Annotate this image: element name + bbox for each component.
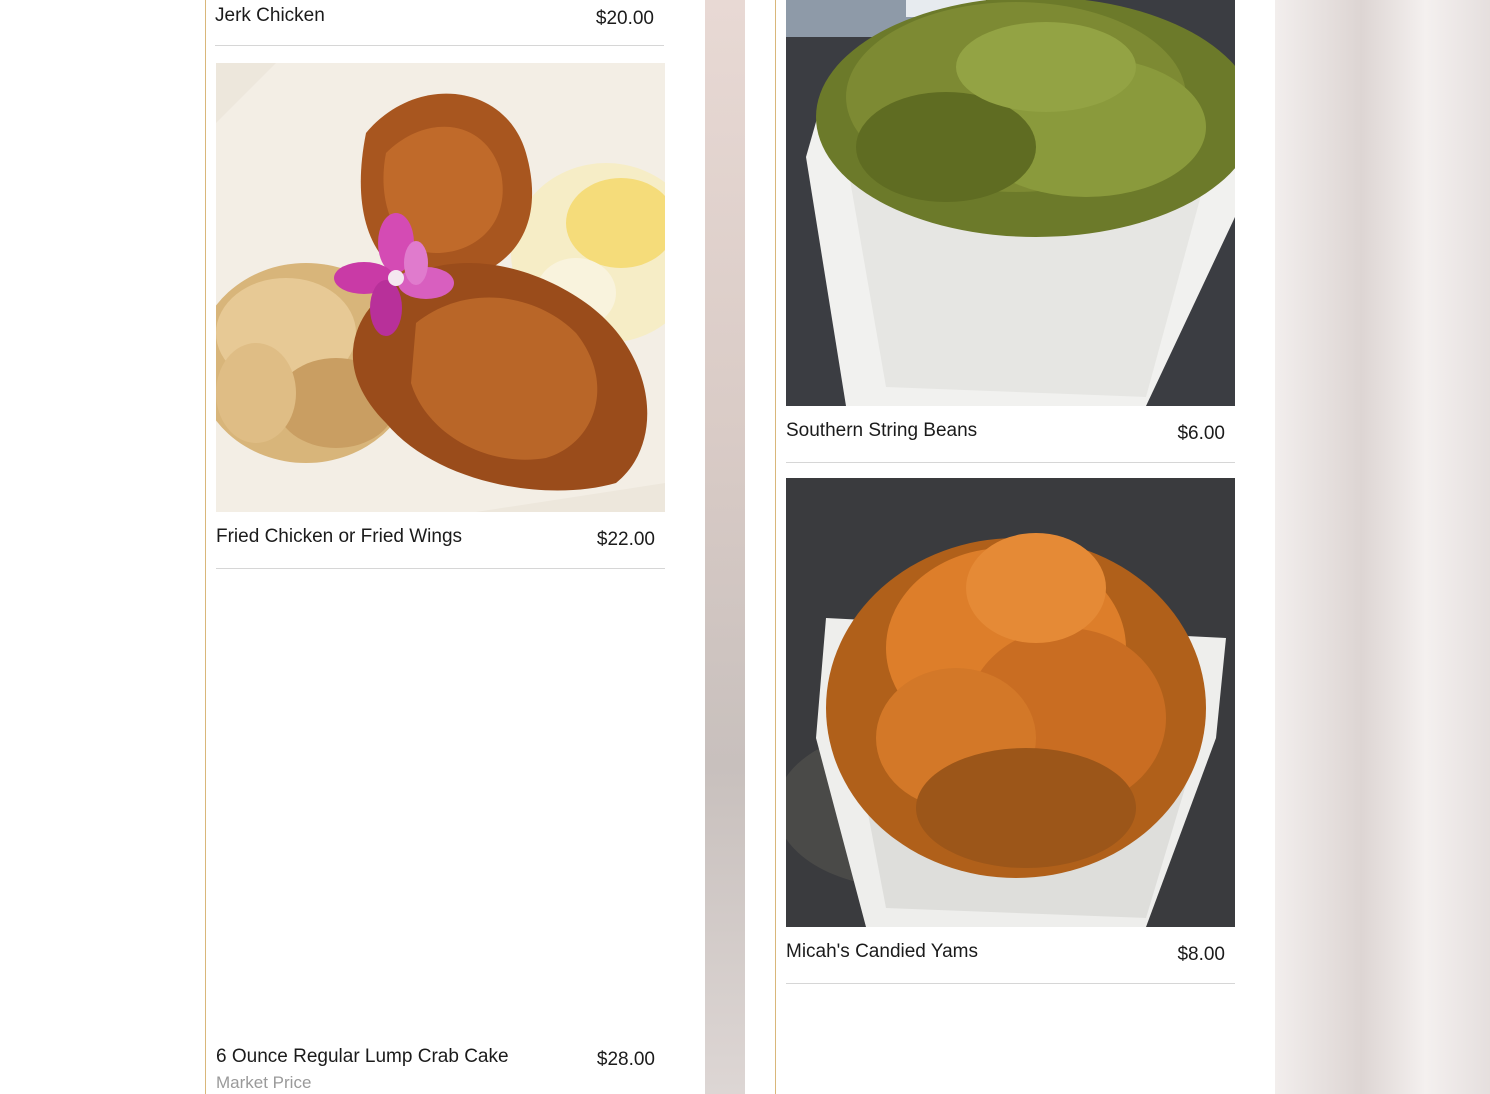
menu-item-name: Micah's Candied Yams xyxy=(786,941,978,962)
item-divider xyxy=(786,983,1235,984)
menu-item-price: $22.00 xyxy=(596,529,655,550)
menu-item-name: Fried Chicken or Fried Wings xyxy=(216,526,463,547)
accent-line xyxy=(205,0,206,1094)
menu-item-name: 6 Ounce Regular Lump Crab Cake xyxy=(216,1046,509,1067)
fried-chicken-photo[interactable] xyxy=(216,63,665,512)
accent-line xyxy=(775,0,776,1094)
page-background-gap xyxy=(705,0,745,1094)
string-beans-photo[interactable] xyxy=(786,0,1235,406)
menu-item-price: $8.00 xyxy=(1177,944,1225,965)
menu-item[interactable]: Jerk Chicken $20.00 xyxy=(215,5,664,46)
menu-item-price: $20.00 xyxy=(595,8,654,29)
item-divider xyxy=(215,45,664,46)
menu-item-note: Market Price xyxy=(216,1073,312,1092)
item-divider xyxy=(216,568,665,569)
menu-item[interactable]: 6 Ounce Regular Lump Crab Cake $28.00 Ma… xyxy=(216,1046,665,1094)
menu-item[interactable]: Southern String Beans $6.00 xyxy=(786,0,1235,463)
menu-item[interactable]: Micah's Candied Yams $8.00 xyxy=(786,478,1235,984)
menu-column-left: Jerk Chicken $20.00 Fried Chicken or Fri… xyxy=(175,0,705,1094)
menu-item-price: $28.00 xyxy=(596,1049,655,1070)
menu-item-name: Jerk Chicken xyxy=(215,5,325,26)
menu-item[interactable]: Fried Chicken or Fried Wings $22.00 xyxy=(216,63,665,569)
menu-item-price: $6.00 xyxy=(1177,423,1225,444)
menu-column-right: Southern String Beans $6.00 Micah's Cand… xyxy=(745,0,1275,1094)
page-background-left xyxy=(0,0,175,1094)
item-divider xyxy=(786,462,1235,463)
candied-yams-photo[interactable] xyxy=(786,478,1235,927)
page-background-right xyxy=(1275,0,1490,1094)
menu-item-name: Southern String Beans xyxy=(786,420,978,441)
